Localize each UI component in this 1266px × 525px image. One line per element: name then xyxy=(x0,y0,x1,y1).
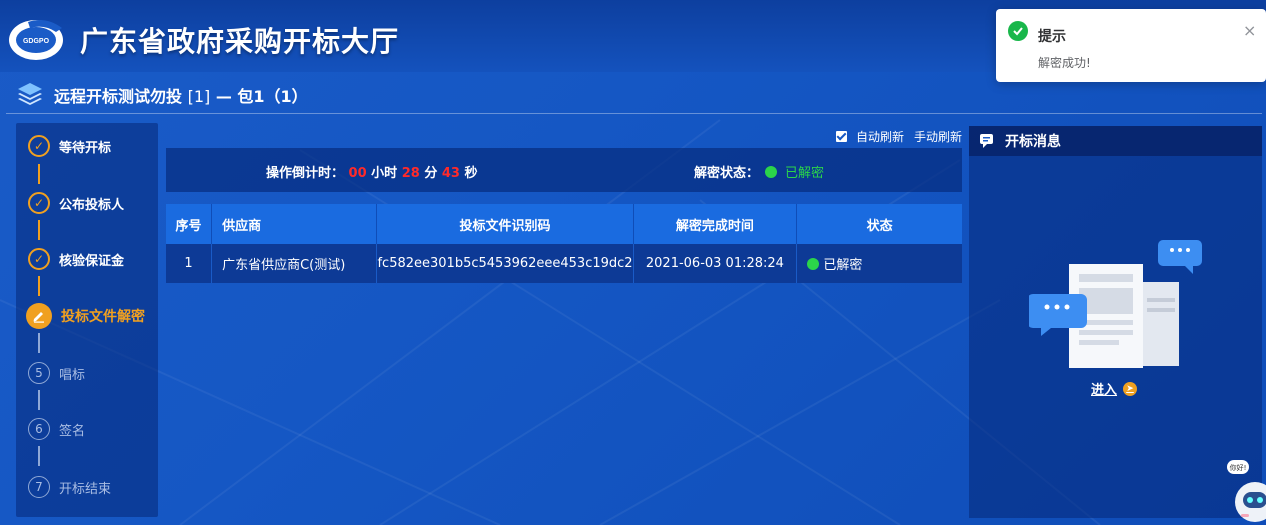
chevron-right-icon: ➤ xyxy=(1123,381,1138,396)
step-connector xyxy=(38,333,40,353)
success-toast: 提示 解密成功! × xyxy=(996,9,1266,82)
cell-file-code: fc582ee301b5c5453962eee453c19dc2 xyxy=(376,244,634,283)
col-header-decrypt-time: 解密完成时间 xyxy=(633,204,798,244)
countdown-bar: 操作倒计时： 00 小时 28 分 43 秒 解密状态： 已解密 xyxy=(166,148,962,192)
project-name: 远程开标测试勿投 xyxy=(54,87,183,106)
minutes-unit: 分 xyxy=(424,166,438,181)
logo-text: GDGPO xyxy=(23,38,50,45)
check-icon: ✓ xyxy=(28,135,50,157)
robot-bubble-text: 你好! xyxy=(1230,463,1247,472)
messages-title: 开标消息 xyxy=(1005,134,1061,150)
step-connector xyxy=(38,390,40,410)
countdown-minutes: 28 xyxy=(401,166,420,181)
bids-table: 序号 供应商 投标文件识别码 解密完成时间 状态 1 广东省供应商C(测试) f… xyxy=(166,204,962,283)
close-icon[interactable]: × xyxy=(1243,23,1256,39)
toast-message: 解密成功! xyxy=(1038,56,1091,70)
step-label: 公布投标人 xyxy=(59,197,125,213)
step-decrypt-bids[interactable]: 投标文件解密 xyxy=(26,303,145,329)
project-package: — 包1（1） xyxy=(215,87,308,106)
cell-status-text: 已解密 xyxy=(823,258,863,273)
step-waiting-opening[interactable]: ✓ 等待开标 xyxy=(28,134,111,158)
site-title: 广东省政府采购开标大厅 xyxy=(80,25,400,58)
layers-icon xyxy=(18,83,42,105)
checkbox-checked-icon xyxy=(836,131,847,142)
countdown-hours: 00 xyxy=(348,166,367,181)
step-number: 7 xyxy=(28,476,50,498)
step-label: 投标文件解密 xyxy=(61,309,145,325)
step-label: 唱标 xyxy=(59,367,86,383)
assistant-robot-icon[interactable]: 你好! xyxy=(1225,458,1266,525)
project-title: 远程开标测试勿投 [1] — 包1（1） xyxy=(54,83,308,107)
success-check-icon xyxy=(1008,21,1028,41)
countdown-seconds: 43 xyxy=(441,166,460,181)
step-label: 签名 xyxy=(59,423,86,439)
step-read-bids[interactable]: 5 唱标 xyxy=(28,361,85,385)
step-label: 开标结束 xyxy=(59,481,112,497)
check-icon: ✓ xyxy=(28,192,50,214)
auto-refresh-checkbox[interactable]: 自动刷新 xyxy=(836,128,904,145)
auto-refresh-label: 自动刷新 xyxy=(856,130,905,144)
manual-refresh-button[interactable]: 手动刷新 xyxy=(914,128,962,145)
status-dot-icon xyxy=(807,258,820,270)
cell-status: 已解密 xyxy=(796,244,962,283)
countdown-label: 操作倒计时： xyxy=(266,166,345,181)
table-header-row: 序号 供应商 投标文件识别码 解密完成时间 状态 xyxy=(166,204,962,244)
step-connector xyxy=(38,276,40,296)
cell-index: 1 xyxy=(166,244,213,283)
check-icon: ✓ xyxy=(28,248,50,270)
countdown-timer: 操作倒计时： 00 小时 28 分 43 秒 xyxy=(266,162,478,181)
step-connector xyxy=(38,220,40,240)
documents-chat-illustration xyxy=(1029,240,1202,368)
cell-supplier: 广东省供应商C(测试) xyxy=(211,244,378,283)
hours-unit: 小时 xyxy=(371,166,398,181)
pencil-icon xyxy=(26,303,52,329)
decrypt-status-value: 已解密 xyxy=(785,166,825,181)
cell-decrypt-time: 2021-06-03 01:28:24 xyxy=(633,244,798,283)
chat-bubble-icon xyxy=(980,134,993,148)
step-publish-bidders[interactable]: ✓ 公布投标人 xyxy=(28,191,124,215)
gdgpo-logo: GDGPO xyxy=(9,20,63,60)
step-verify-deposit[interactable]: ✓ 核验保证金 xyxy=(28,247,124,271)
col-header-file-code: 投标文件识别码 xyxy=(376,204,634,244)
step-label: 等待开标 xyxy=(59,140,112,156)
step-number: 5 xyxy=(28,362,50,384)
project-index: [1] xyxy=(187,87,211,106)
step-connector xyxy=(38,446,40,466)
step-label: 核验保证金 xyxy=(59,253,125,269)
enter-messages-link[interactable]: 进入 ➤ xyxy=(1091,379,1138,398)
opening-messages-panel: 开标消息 进入 ➤ xyxy=(969,126,1262,518)
col-header-supplier: 供应商 xyxy=(211,204,378,244)
table-row: 1 广东省供应商C(测试) fc582ee301b5c5453962eee453… xyxy=(166,244,962,283)
seconds-unit: 秒 xyxy=(464,166,478,181)
decrypt-status-label: 解密状态： xyxy=(694,166,760,181)
col-header-status: 状态 xyxy=(796,204,962,244)
toast-title: 提示 xyxy=(1038,29,1066,45)
step-opening-end[interactable]: 7 开标结束 xyxy=(28,475,111,499)
status-dot-icon xyxy=(765,165,778,178)
decrypt-status: 解密状态： 已解密 xyxy=(694,162,824,181)
col-header-index: 序号 xyxy=(166,204,213,244)
step-connector xyxy=(38,164,40,184)
step-sign[interactable]: 6 签名 xyxy=(28,417,85,441)
messages-header: 开标消息 xyxy=(969,126,1262,156)
opening-steps-panel: ✓ 等待开标 ✓ 公布投标人 ✓ 核验保证金 投标文件解密 5 唱标 6 签名 … xyxy=(16,123,158,517)
step-number: 6 xyxy=(28,418,50,440)
